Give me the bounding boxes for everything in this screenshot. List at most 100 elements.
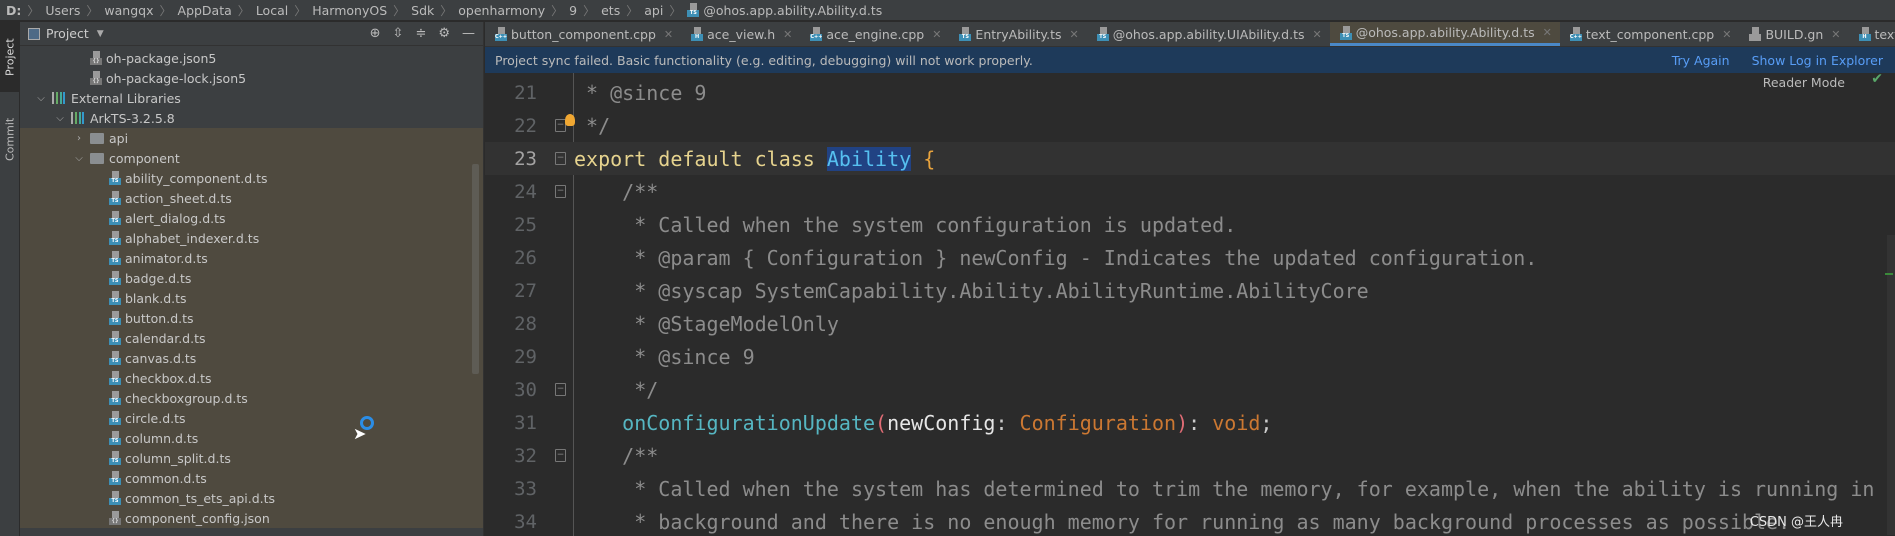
chevron-right-icon[interactable]: › [72, 133, 86, 144]
editor-tab[interactable]: ace_view.h ✕ [681, 22, 800, 46]
breadcrumb-item[interactable]: Local [256, 3, 288, 18]
code-text: */ [574, 114, 610, 138]
try-again-link[interactable]: Try Again [1672, 53, 1730, 68]
tree-item[interactable]: oh-package.json5 [20, 48, 483, 68]
editor-tab[interactable]: EntryAbility.ts ✕ [949, 22, 1086, 46]
tree-item-label: badge.d.ts [125, 270, 192, 286]
expand-all-icon[interactable]: ⇳ [393, 26, 404, 41]
breadcrumb-item[interactable]: wangqx [104, 3, 153, 18]
tree-item[interactable]: alphabet_indexer.d.ts [20, 228, 483, 248]
fold-start-icon[interactable]: − [555, 449, 566, 462]
commit-tool-tab[interactable]: Commit [0, 104, 20, 174]
lightbulb-icon[interactable] [565, 114, 575, 126]
chevron-down-icon[interactable]: ⌵ [34, 93, 48, 104]
locate-icon[interactable]: ⊕ [370, 26, 381, 41]
gear-icon[interactable]: ⚙ [438, 26, 450, 41]
tree-item[interactable]: › api [20, 128, 483, 148]
breadcrumb-label: 9 [569, 2, 578, 18]
tree-item-label: common.d.ts [125, 470, 207, 486]
collapse-all-icon[interactable]: ≑ [415, 26, 426, 41]
tab-label: @ohos.app.ability.Ability.d.ts [1355, 25, 1535, 40]
editor-tab[interactable]: @ohos.app.ability.Ability.d.ts ✕ [1329, 22, 1560, 46]
chevron-down-icon[interactable]: ⌵ [72, 153, 86, 164]
breadcrumb-item[interactable]: Users [45, 3, 80, 18]
editor-tab[interactable]: BUILD.gn ✕ [1739, 22, 1848, 46]
chevron-down-icon[interactable]: ⌵ [53, 113, 67, 124]
tree-item[interactable]: column_split.d.ts [20, 448, 483, 468]
breadcrumb-item[interactable]: api [644, 3, 663, 18]
fold-end-icon[interactable]: − [555, 383, 566, 396]
tree-item[interactable]: button.d.ts [20, 308, 483, 328]
project-panel: Project ▼ ⊕ ⇳ ≑ ⚙ — oh-package.json5oh-p… [20, 22, 484, 536]
close-icon[interactable]: ✕ [1722, 28, 1731, 41]
tree-item-label: checkbox.d.ts [125, 370, 212, 386]
breadcrumb-label: Sdk [411, 2, 435, 18]
library-icon [71, 112, 85, 124]
editor-tab[interactable]: ace_engine.cpp ✕ [800, 22, 949, 46]
editor-tab[interactable]: text_component.cpp ✕ [1560, 22, 1740, 46]
code-token-brace: { [911, 146, 936, 171]
close-icon[interactable]: ✕ [1070, 28, 1079, 41]
close-icon[interactable]: ✕ [783, 28, 792, 41]
tree-item[interactable]: circle.d.ts [20, 408, 483, 428]
project-view-selector[interactable]: Project [46, 26, 89, 41]
close-icon[interactable]: ✕ [1831, 28, 1840, 41]
code-line: 28 * @StageModelOnly [485, 307, 1895, 340]
tree-item[interactable]: animator.d.ts [20, 248, 483, 268]
breadcrumb-item[interactable]: openharmony [458, 3, 545, 18]
reader-mode-button[interactable]: Reader Mode [1763, 73, 1845, 95]
close-icon[interactable]: ✕ [1312, 28, 1321, 41]
close-icon[interactable]: ✕ [664, 28, 673, 41]
code-editor[interactable]: 21 * @since 9 22− */23− export default cla… [485, 73, 1895, 536]
hide-icon[interactable]: — [462, 26, 475, 41]
sync-failed-banner: Project sync failed. Basic functionality… [485, 47, 1895, 73]
breadcrumb-item[interactable]: @ohos.app.ability.Ability.d.ts [687, 3, 882, 18]
code-line: 26 * @param { Configuration } newConfig … [485, 241, 1895, 274]
tree-item[interactable]: badge.d.ts [20, 268, 483, 288]
tree-item[interactable]: checkboxgroup.d.ts [20, 388, 483, 408]
tree-item[interactable]: ⌵ component [20, 148, 483, 168]
editor-tab[interactable]: @ohos.app.ability.UIAbility.d.ts ✕ [1087, 22, 1330, 46]
breadcrumb-item[interactable]: 9 [569, 3, 577, 18]
chevron-right-icon: 〉 [294, 3, 307, 18]
breadcrumb-item[interactable]: Sdk [411, 3, 434, 18]
fold-start-icon[interactable]: − [555, 185, 566, 198]
tree-item[interactable]: canvas.d.ts [20, 348, 483, 368]
tree-item[interactable]: blank.d.ts [20, 288, 483, 308]
chevron-right-icon: 〉 [583, 3, 596, 18]
breadcrumb-item[interactable]: AppData [178, 3, 232, 18]
close-icon[interactable]: ✕ [1543, 26, 1552, 39]
tree-item[interactable]: common_ts_ets_api.d.ts [20, 488, 483, 508]
tree-item[interactable]: ⌵ ArkTS-3.2.5.8 [20, 108, 483, 128]
tree-item[interactable]: column.d.ts [20, 428, 483, 448]
tree-item-label: component [109, 150, 180, 166]
code-line: 30 − */ [485, 373, 1895, 406]
tree-item[interactable]: common.d.ts [20, 468, 483, 488]
project-tool-tab[interactable]: Project [0, 22, 20, 92]
tree-item[interactable]: alert_dialog.d.ts [20, 208, 483, 228]
ts-file-icon [109, 371, 121, 385]
breadcrumb-item[interactable]: ets [601, 3, 620, 18]
tree-item-label: button.d.ts [125, 310, 194, 326]
close-icon[interactable]: ✕ [932, 28, 941, 41]
tree-item[interactable]: ⌵ External Libraries [20, 88, 483, 108]
tree-item[interactable]: component_config.json [20, 508, 483, 528]
fold-start-icon[interactable]: − [555, 152, 566, 165]
editor-scrollbar[interactable] [1887, 235, 1895, 535]
tree-item[interactable]: oh-package-lock.json5 [20, 68, 483, 88]
tree-item[interactable]: calendar.d.ts [20, 328, 483, 348]
gn-file-icon [1749, 27, 1762, 41]
editor-tab[interactable]: text_style [1849, 22, 1895, 46]
tree-item[interactable]: action_sheet.d.ts [20, 188, 483, 208]
breadcrumb-item[interactable]: D: [6, 3, 21, 18]
chevron-down-icon[interactable]: ▼ [97, 29, 104, 39]
h-file-icon [691, 27, 704, 41]
tree-item[interactable]: ability_component.d.ts [20, 168, 483, 188]
breadcrumb-item[interactable]: HarmonyOS [312, 3, 387, 18]
tree-item[interactable]: checkbox.d.ts [20, 368, 483, 388]
show-log-link[interactable]: Show Log in Explorer [1752, 53, 1883, 68]
ts-file-icon [109, 311, 121, 325]
editor-tab[interactable]: button_component.cpp ✕ [485, 22, 681, 46]
sidebar-scrollbar[interactable] [472, 164, 479, 374]
code-text: /** [574, 180, 658, 204]
